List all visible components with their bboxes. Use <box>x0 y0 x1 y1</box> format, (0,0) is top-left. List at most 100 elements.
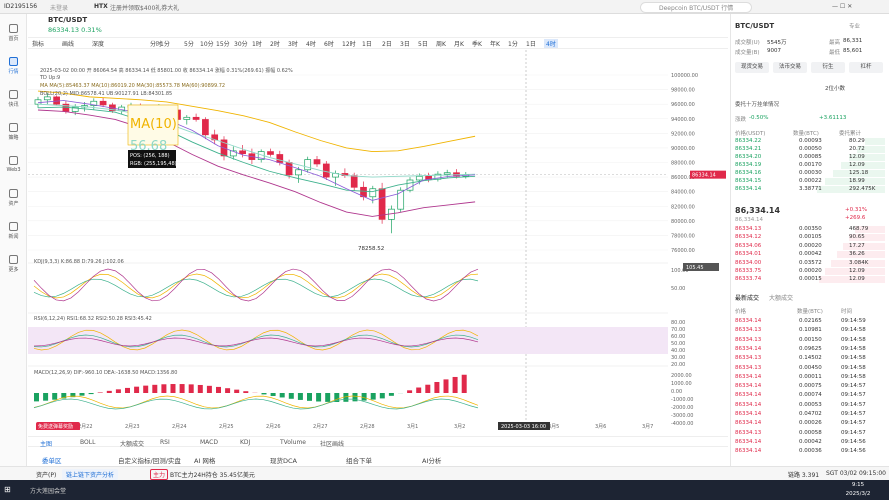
bottom-tab-3[interactable]: 现货DCA <box>270 455 297 465</box>
timeframe-7[interactable]: 2时 <box>270 39 280 48</box>
nav-item-1[interactable]: 行情 <box>2 57 25 75</box>
right-pair[interactable]: BTC/USDT <box>735 22 774 30</box>
timeframe-14[interactable]: 3日 <box>400 39 410 48</box>
timeframe-9[interactable]: 4时 <box>306 39 316 48</box>
trade-btn-3[interactable]: 杠杆 <box>849 62 883 73</box>
promo-text[interactable]: 注册并领取$400礼券大礼 <box>110 3 179 12</box>
timeframe-6[interactable]: 1时 <box>252 39 262 48</box>
timeframe-8[interactable]: 3时 <box>288 39 298 48</box>
indicator-tab-2[interactable]: 大额成交 <box>120 439 144 448</box>
timeframe-17[interactable]: 月K <box>454 39 464 48</box>
ask-price[interactable]: 86334.20 <box>735 154 761 160</box>
windows-start-icon[interactable]: ⊞ <box>4 485 11 494</box>
bottom-tab-2[interactable]: AI 网格 <box>194 455 215 465</box>
timeframe-10[interactable]: 6时 <box>324 39 334 48</box>
nav-item-5[interactable]: 资产 <box>2 189 25 207</box>
timeframe-20[interactable]: 1分 <box>508 39 518 48</box>
depth-select[interactable]: 2位小数 <box>825 84 845 92</box>
macd-bar <box>161 384 167 393</box>
ask-price[interactable]: 86334.21 <box>735 146 761 152</box>
window-controls[interactable]: — ☐ ✕ <box>832 3 852 10</box>
trade-btn-0[interactable]: 现货交易 <box>735 62 769 73</box>
nav-item-6[interactable]: 新闻 <box>2 222 25 240</box>
timeframe-16[interactable]: 周K <box>436 39 446 48</box>
assets-link[interactable]: 资产(P) <box>36 470 56 479</box>
indicator-tab-4[interactable]: MACD <box>200 439 218 446</box>
trade-qty: 0.00042 <box>799 438 822 445</box>
indicator-tab-6[interactable]: TVolume <box>280 439 306 446</box>
trades-tab[interactable]: 最新成交 <box>735 293 759 302</box>
ask-price[interactable]: 86334.14 <box>735 186 761 192</box>
ask-price[interactable]: 86334.15 <box>735 178 761 184</box>
timeframe-2[interactable]: 5分 <box>184 39 194 48</box>
timeframe-1[interactable]: 1分 <box>160 39 170 48</box>
macd-tick: 0.00 <box>671 389 682 395</box>
trade-price: 86334.13 <box>735 355 762 362</box>
macd-bar <box>197 384 203 393</box>
account-id[interactable]: ID2195156 <box>4 3 37 10</box>
bid-price[interactable]: 86333.74 <box>735 276 761 282</box>
ask-price[interactable]: 86334.19 <box>735 162 761 168</box>
bid-price[interactable]: 86333.75 <box>735 268 761 274</box>
price-tick: 92000.00 <box>671 131 695 137</box>
chart-info-line: MA MA(5):85463.37 MA(10):86019.20 MA(30)… <box>40 83 226 89</box>
symbol-pair[interactable]: BTC/USDT <box>48 16 87 24</box>
macd-bar <box>115 389 121 393</box>
indicator-tab-1[interactable]: BOLL <box>80 439 95 446</box>
large-trades-tab[interactable]: 大额成交 <box>769 293 793 302</box>
login-status[interactable]: 未登录 <box>50 3 68 12</box>
nav-item-3[interactable]: 策略 <box>2 123 25 141</box>
right-pair-sub[interactable]: 专业 <box>849 22 860 30</box>
nav-item-0[interactable]: 首页 <box>2 24 25 42</box>
bottom-tab-0[interactable]: 委单区 <box>42 455 62 465</box>
date-tick: 3月7 <box>642 424 653 430</box>
timeframe-11[interactable]: 12时 <box>342 39 356 48</box>
ask-total: 18.99 <box>849 178 865 184</box>
nav-item-2[interactable]: 快讯 <box>2 90 25 108</box>
search-input[interactable]: Deepcoin BTC/USDT 行情 <box>640 2 753 13</box>
timeframe-22[interactable]: 4时 <box>544 39 558 48</box>
kline-chart[interactable]: 100000.00 98000.00 96000.00 94000.00 92000.0… <box>28 50 728 430</box>
timeframe-4[interactable]: 15分 <box>216 39 230 48</box>
bottom-tab-4[interactable]: 组合下单 <box>346 455 372 465</box>
chain-analysis-link[interactable]: 链上链下资产分析 <box>62 469 119 480</box>
exchange-name[interactable]: HTX <box>94 3 108 10</box>
timeframe-15[interactable]: 5日 <box>418 39 428 48</box>
timeframe-13[interactable]: 2日 <box>382 39 392 48</box>
tooltip-rgb: RGB: (255,195,48) <box>130 161 177 167</box>
taskbar-search[interactable]: 方大莲园会堂 <box>30 486 66 495</box>
tab-depth[interactable]: 深度 <box>92 39 104 48</box>
timeframe-18[interactable]: 季K <box>472 39 482 48</box>
bottom-tab-5[interactable]: AI分析 <box>422 455 441 465</box>
nav-item-4[interactable]: Web3 <box>2 156 25 173</box>
indicator-tab-3[interactable]: RSI <box>160 439 170 446</box>
bid-price[interactable]: 86334.12 <box>735 234 761 240</box>
timeframe-19[interactable]: 年K <box>490 39 500 48</box>
symbol-change: 0.31% <box>81 26 102 34</box>
indicator-tab-7[interactable]: 社区画线 <box>320 439 344 448</box>
ask-price[interactable]: 86334.16 <box>735 170 761 176</box>
indicator-tab-5[interactable]: KDJ <box>240 439 250 446</box>
orderbook-header-1: 数量(BTC) <box>793 131 819 137</box>
bid-price[interactable]: 86334.06 <box>735 243 761 249</box>
nav-icon <box>9 24 18 33</box>
trade-btn-1[interactable]: 法币交易 <box>773 62 807 73</box>
tab-indicator[interactable]: 指标 <box>32 39 44 48</box>
timeframe-12[interactable]: 1日 <box>362 39 372 48</box>
nav-item-7[interactable]: 更多 <box>2 255 25 273</box>
bid-price[interactable]: 86334.13 <box>735 226 761 232</box>
timeframe-21[interactable]: 1日 <box>526 39 536 48</box>
indicator-tab-0[interactable]: 主图 <box>40 439 52 448</box>
timeframe-5[interactable]: 30分 <box>234 39 248 48</box>
bottom-tab-1[interactable]: 自定义指标/回测/实盘 <box>118 455 181 465</box>
tab-drawing[interactable]: 画线 <box>62 39 74 48</box>
macd-bar <box>425 384 431 393</box>
trade-time: 09:14:57 <box>841 383 866 390</box>
trade-btn-2[interactable]: 衍生 <box>811 62 845 73</box>
ask-price[interactable]: 86334.22 <box>735 138 761 144</box>
bid-price[interactable]: 86334.00 <box>735 260 761 266</box>
price-tick: 90000.00 <box>671 146 695 152</box>
timeframe-3[interactable]: 10分 <box>200 39 214 48</box>
bid-price[interactable]: 86334.01 <box>735 251 761 257</box>
left-nav: 首页行情快讯策略 Web3 资产新闻更多 <box>0 14 27 480</box>
